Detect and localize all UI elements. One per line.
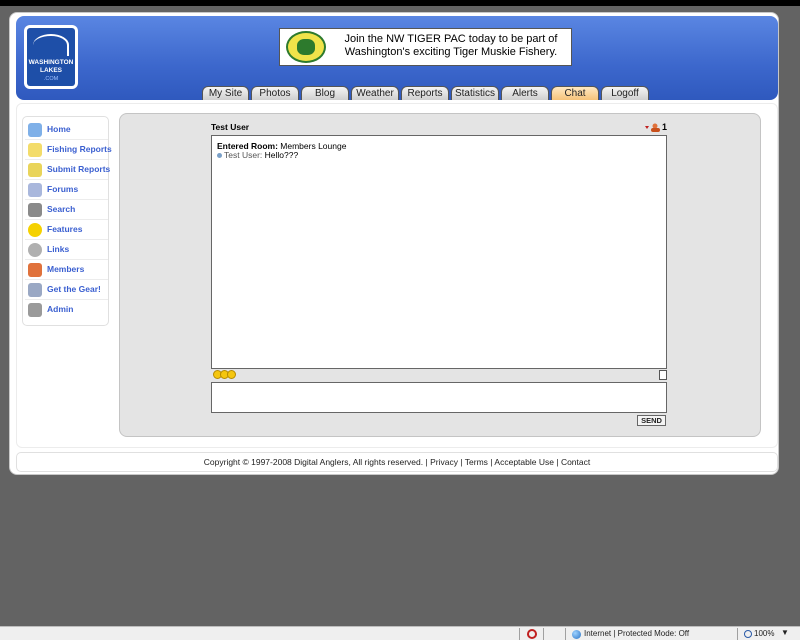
chat-message-input[interactable] [211, 382, 667, 413]
tab-logoff[interactable]: Logoff [601, 86, 649, 100]
logo-text-com: .COM [43, 76, 59, 82]
chain-link-icon [28, 243, 42, 257]
star-icon [28, 223, 42, 237]
wrench-icon [28, 303, 42, 317]
tab-blog[interactable]: Blog [301, 86, 349, 100]
popup-blocked-icon[interactable] [527, 629, 537, 639]
ad-banner-text: Join the NW TIGER PAC today to be part o… [344, 33, 558, 58]
site-footer: Copyright © 1997-2008 Digital Anglers, A… [16, 452, 778, 472]
logo-text-lakes: LAKES [39, 67, 63, 74]
sidebar-item-label: Home [47, 124, 71, 134]
binoculars-icon [28, 203, 42, 217]
send-button[interactable]: SEND [637, 415, 666, 426]
internet-zone-icon [572, 630, 581, 639]
tab-alerts[interactable]: Alerts [501, 86, 549, 100]
footer-link-acceptable-use[interactable]: Acceptable Use [494, 457, 554, 467]
notepad-add-icon [28, 163, 42, 177]
sidebar-item-features[interactable]: Features [25, 220, 108, 240]
sidebar-item-label: Get the Gear! [47, 284, 101, 294]
footer-link-privacy[interactable]: Privacy [430, 457, 458, 467]
status-divider [543, 628, 544, 640]
site-logo[interactable]: WASHINGTON LAKES .COM [24, 25, 78, 89]
sidebar-item-fishing-reports[interactable]: Fishing Reports [25, 140, 112, 160]
tab-photos[interactable]: Photos [251, 86, 299, 100]
zoom-dropdown-icon[interactable]: ▼ [781, 628, 789, 637]
status-divider [737, 628, 738, 640]
chat-toolbar [211, 370, 667, 381]
copyright-text: Copyright © 1997-2008 Digital Anglers, A… [203, 457, 424, 467]
notepad-icon [28, 143, 42, 157]
footer-link-contact[interactable]: Contact [561, 457, 590, 467]
tab-my-site[interactable]: My Site [202, 86, 249, 100]
security-zone-text: Internet | Protected Mode: Off [584, 629, 690, 638]
footer-separator: | [460, 457, 463, 467]
sidebar-item-label: Forums [47, 184, 79, 194]
ad-banner[interactable]: Join the NW TIGER PAC today to be part o… [279, 28, 572, 66]
sidebar-item-members[interactable]: Members [25, 260, 108, 280]
sidebar-item-forums[interactable]: Forums [25, 180, 108, 200]
sidebar-item-home[interactable]: Home [25, 120, 108, 140]
tab-reports[interactable]: Reports [401, 86, 449, 100]
footer-separator: | [556, 457, 559, 467]
fish-icon [33, 34, 69, 56]
new-document-icon[interactable] [659, 370, 667, 380]
forum-icon [28, 183, 42, 197]
footer-link-terms[interactable]: Terms [465, 457, 488, 467]
status-divider [519, 628, 520, 640]
message-text: Hello??? [264, 150, 299, 160]
sidebar-menu: Home Fishing Reports Submit Reports Foru… [22, 116, 112, 326]
message-user: Test User: [224, 150, 263, 160]
sidebar-item-search[interactable]: Search [25, 200, 108, 220]
footer-separator: | [490, 457, 493, 467]
zoom-icon[interactable] [744, 630, 752, 638]
sidebar-item-label: Fishing Reports [47, 144, 112, 154]
wink-icon[interactable] [227, 370, 236, 379]
sidebar-item-label: Submit Reports [47, 164, 111, 174]
logo-text-washington: WASHINGTON [28, 59, 74, 66]
chat-log: Entered Room: Members Lounge Test User: … [211, 135, 667, 369]
sidebar-item-get-the-gear[interactable]: Get the Gear! [25, 280, 108, 300]
sidebar-item-label: Search [47, 204, 76, 214]
house-icon [28, 123, 42, 137]
window-top-strip [0, 0, 800, 6]
logo-graphic: WASHINGTON LAKES .COM [27, 28, 75, 86]
users-online-count: 1 [662, 122, 668, 132]
cart-icon [28, 283, 42, 297]
zoom-level[interactable]: 100% [754, 629, 774, 638]
people-icon [28, 263, 42, 277]
sidebar-item-label: Links [47, 244, 70, 254]
tab-chat[interactable]: Chat [551, 86, 599, 100]
chat-message: Test User: Hello??? [217, 150, 298, 160]
sidebar-item-label: Features [47, 224, 83, 234]
tiger-pac-badge-icon [286, 31, 326, 63]
sidebar-item-links[interactable]: Links [25, 240, 108, 260]
footer-separator: | [425, 457, 428, 467]
tab-weather[interactable]: Weather [351, 86, 399, 100]
tab-statistics[interactable]: Statistics [451, 86, 499, 100]
sidebar-item-admin[interactable]: Admin [25, 300, 108, 320]
browser-status-bar: Internet | Protected Mode: Off 100% ▼ [0, 626, 800, 640]
user-bullet-icon [217, 153, 222, 159]
chat-title: Test User [211, 122, 250, 132]
status-divider [565, 628, 566, 640]
sidebar-item-label: Members [47, 264, 85, 274]
users-online-icon[interactable] [645, 123, 661, 132]
sidebar-item-label: Admin [47, 304, 74, 314]
sidebar-item-submit-reports[interactable]: Submit Reports [25, 160, 111, 180]
